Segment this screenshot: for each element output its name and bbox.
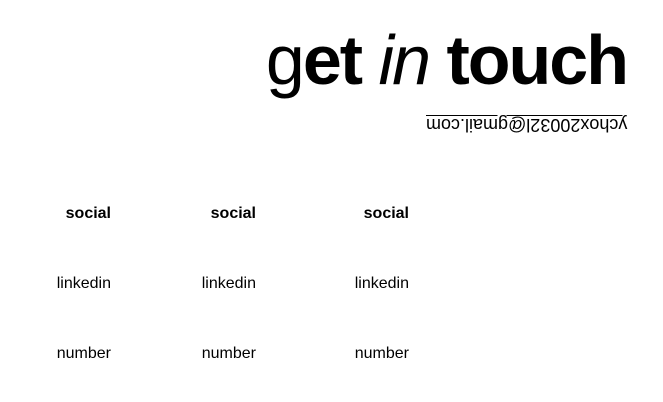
column-title: social — [65, 205, 111, 222]
headline-part-bold-1: et — [302, 21, 379, 99]
column-title: social — [210, 205, 256, 222]
number-label: number — [354, 345, 409, 362]
number-label: number — [201, 345, 256, 362]
number-label: number — [56, 345, 111, 362]
headline-part-italic: in — [378, 21, 432, 99]
email-link[interactable]: ychox20032l@gmail.com — [426, 114, 627, 136]
headline-part-bold-2: touch — [429, 21, 629, 99]
column-title: social — [363, 205, 409, 222]
linkedin-link[interactable]: linkedin — [202, 274, 256, 294]
linkedin-link[interactable]: linkedin — [57, 274, 111, 294]
linkedin-link[interactable]: linkedin — [355, 274, 409, 294]
headline-part-light: g — [265, 21, 305, 99]
page-title: get in touch — [265, 18, 629, 102]
